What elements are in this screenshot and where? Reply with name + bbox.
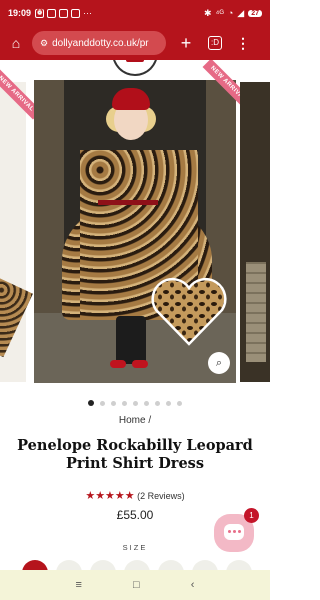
gallery-dot[interactable]	[111, 401, 116, 406]
gallery-dot[interactable]	[155, 401, 160, 406]
battery-indicator: 27	[248, 9, 262, 17]
size-option[interactable]	[56, 560, 82, 570]
gallery-dot[interactable]	[166, 401, 171, 406]
product-image[interactable]: ⌕	[34, 80, 236, 383]
zoom-icon[interactable]: ⌕	[208, 352, 230, 374]
product-gallery[interactable]: NEW ARRIVAL ⌕ NEW ARRIVAL	[0, 60, 270, 385]
address-bar[interactable]: ⚙ dollyanddotty.co.uk/pr	[32, 31, 166, 55]
leopard-heart-icon	[151, 277, 227, 346]
url-text[interactable]: dollyanddotty.co.uk/pr	[52, 38, 149, 49]
recent-apps-button[interactable]: ≡	[76, 579, 82, 591]
size-option[interactable]	[22, 560, 48, 570]
gallery-dot[interactable]	[133, 401, 138, 406]
home-icon[interactable]: ⌂	[6, 35, 26, 51]
alarm-icon: ⏰	[35, 8, 45, 18]
size-option[interactable]	[192, 560, 218, 570]
next-slide[interactable]	[240, 82, 270, 382]
gallery-dot[interactable]	[100, 401, 105, 406]
home-button[interactable]: □	[133, 579, 140, 591]
chat-icon	[224, 524, 244, 540]
gallery-dot[interactable]	[144, 401, 149, 406]
messenger-icon	[71, 8, 81, 18]
product-rating[interactable]: ★★★★★ (2 Reviews)	[0, 489, 270, 502]
chat-button[interactable]: 1	[214, 508, 259, 552]
size-option[interactable]	[124, 560, 150, 570]
size-option[interactable]	[158, 560, 184, 570]
mail-icon	[59, 8, 69, 18]
gallery-dot[interactable]	[177, 401, 182, 406]
back-button[interactable]: ‹	[191, 579, 195, 591]
site-settings-icon[interactable]: ⚙	[40, 38, 48, 49]
product-title: Penelope Rockabilly Leopard Print Shirt …	[17, 437, 253, 472]
browser-menu-button[interactable]: ⋮	[236, 35, 250, 52]
network-icon: ⁴ᴳ	[215, 8, 224, 18]
status-time: 19:09	[8, 8, 32, 18]
gallery-dot[interactable]	[122, 401, 127, 406]
more-icon: ···	[83, 8, 93, 18]
previous-slide[interactable]	[0, 82, 33, 382]
status-bar: 19:09 ⏰ ··· ✱ ⁴ᴳ ◔ ◢ 27	[0, 0, 270, 26]
gallery-dot[interactable]	[88, 400, 94, 406]
breadcrumb-home-link[interactable]: Home /	[119, 415, 151, 426]
gallery-pagination	[0, 393, 270, 411]
site-logo[interactable]	[112, 60, 158, 76]
breadcrumb[interactable]: Home /	[0, 415, 270, 426]
browser-toolbar: ⌂ ⚙ dollyanddotty.co.uk/pr + :D ⋮	[0, 26, 270, 60]
size-options[interactable]	[22, 560, 262, 570]
new-tab-button[interactable]: +	[178, 33, 194, 54]
signal-icon: ◢	[237, 7, 245, 18]
wifi-icon: ◔	[227, 8, 234, 18]
gallery-icon	[47, 8, 57, 18]
tab-switcher-button[interactable]: :D	[208, 36, 222, 50]
reviews-link[interactable]: (2 Reviews)	[137, 491, 185, 501]
size-option[interactable]	[226, 560, 252, 570]
size-option[interactable]	[90, 560, 116, 570]
chat-notification-badge: 1	[244, 508, 259, 523]
bluetooth-icon: ✱	[203, 7, 212, 18]
android-nav-bar: ≡ □ ‹	[0, 570, 270, 600]
rating-stars: ★★★★★	[85, 490, 135, 502]
